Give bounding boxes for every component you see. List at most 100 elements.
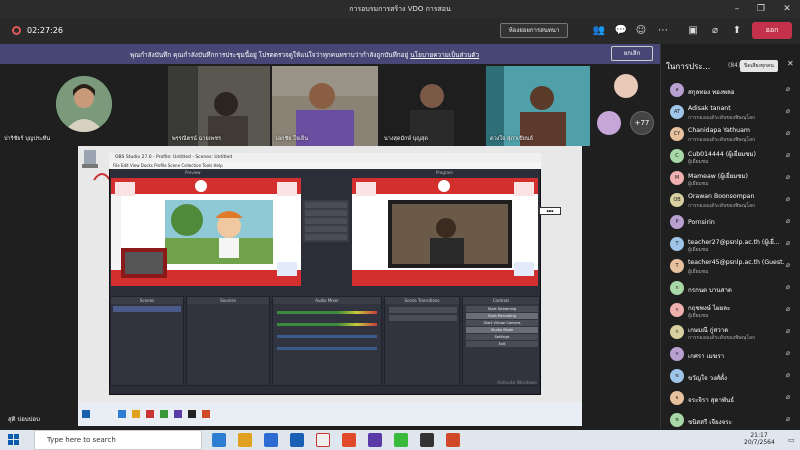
studio-mode-button[interactable]: Studio Mode	[466, 327, 538, 333]
participant-row[interactable]: AT Adisak tanant การกองอแด้ระดับของพิษณุโล…	[662, 102, 798, 124]
participant-row[interactable]: จ จระจิรา สุดาพันธ์ ⌀	[662, 388, 798, 410]
controls-dock[interactable]: Controls Start Streaming Start Recording…	[462, 296, 540, 386]
settings-button[interactable]: Settings	[466, 334, 538, 340]
participant-row[interactable]: ก กรกนต บานสาด ⌀	[662, 278, 798, 300]
scene-item[interactable]	[113, 306, 181, 312]
mic-off-icon[interactable]: ⌀	[786, 327, 790, 335]
edge-icon[interactable]	[212, 433, 226, 447]
taskbar-search-input[interactable]: Type here to search	[34, 430, 202, 450]
avatar	[56, 76, 112, 132]
more-icon[interactable]: ⋯	[656, 25, 670, 36]
obs-menu-bar[interactable]: File Edit View Docks Profile Scene Colle…	[109, 162, 541, 169]
mic-off-icon[interactable]: ⌀	[786, 371, 790, 379]
mic-off-icon[interactable]: ⌀	[786, 261, 790, 269]
participant-name: Adisak tanant	[688, 105, 731, 112]
participant-row[interactable]: C Cub014444 (ผู้เยี่ยมชม) ผู้เยี่ยมชม ⌀	[662, 146, 798, 168]
dock-title: Scenes	[111, 297, 183, 304]
participant-row[interactable]: กเกษมณี กู่สวาด การกองอแด้ระดับของพิษณุโล…	[662, 322, 798, 344]
video-tile-4[interactable]: นางสุดมักษ์ บุญสุด	[380, 66, 484, 146]
transition-button[interactable]	[305, 202, 347, 208]
preview-scene[interactable]	[111, 178, 301, 286]
participant-row[interactable]: CY Chanidapa Yathuam การกองอแด้ระดับของพิษ…	[662, 124, 798, 146]
more-participants-badge[interactable]: +77	[630, 111, 654, 135]
mic-off-icon[interactable]: ⌀	[786, 195, 790, 203]
participant-row[interactable]: P Pornsirin ⌀	[662, 212, 798, 234]
video-tile-5[interactable]: ดวงใจ สุภาเขียนย์	[486, 66, 590, 146]
virtual-camera-button[interactable]: Start Virtual Camera	[466, 320, 538, 326]
reactions-icon[interactable]: ☺	[634, 25, 648, 36]
start-streaming-button[interactable]: Start Streaming	[466, 306, 538, 312]
transition-panel[interactable]	[303, 200, 349, 242]
start-recording-button[interactable]: Start Recording	[466, 313, 538, 319]
transition-button[interactable]	[305, 226, 347, 232]
sources-dock[interactable]: Sources	[186, 296, 270, 386]
breakout-rooms-button[interactable]: ห้องย่อยการสนทนา	[500, 23, 568, 38]
participant-row[interactable]: Tteacher45@psnlp.ac.th (Guest... ผู้เยี่ย…	[662, 256, 798, 278]
transition-button[interactable]	[305, 210, 347, 216]
mic-off-icon[interactable]: ⌀	[786, 217, 790, 225]
mic-off-icon[interactable]: ⌀	[786, 415, 790, 423]
scene-transitions-dock[interactable]: Scene Transitions	[384, 296, 460, 386]
file-explorer-icon[interactable]	[238, 433, 252, 447]
camera-icon[interactable]: ▣	[686, 25, 700, 36]
participant-row[interactable]: ก เกศรา เมฆรา ⌀	[662, 344, 798, 366]
line-icon[interactable]	[394, 433, 408, 447]
share-icon[interactable]: ⬆	[730, 25, 744, 36]
notification-icon[interactable]: ▭	[788, 436, 795, 444]
people-icon[interactable]: 👥	[592, 25, 606, 36]
mic-off-icon[interactable]: ⌀	[786, 393, 790, 401]
audio-mixer-dock[interactable]: Audio Mixer	[272, 296, 382, 386]
participant-row[interactable]: ช ชนิสสรี เจียงจระ ⌀	[662, 410, 798, 432]
avatar: C	[670, 149, 684, 163]
participant-row[interactable]: OB Orawan Boonsompan การกองอแด้ระดับของพิษ…	[662, 190, 798, 212]
source-item[interactable]	[189, 318, 267, 324]
avatar-photo	[56, 76, 112, 132]
chat-icon[interactable]: 💬	[614, 25, 628, 36]
participant-name: สกุลทอง ทองพลอ	[688, 89, 735, 96]
privacy-policy-link[interactable]: นโยบายความเป็นส่วนตัว	[410, 51, 479, 59]
close-window-icon[interactable]: ✕	[776, 2, 798, 16]
mic-off-icon[interactable]: ⌀	[708, 25, 722, 36]
program-scene[interactable]	[352, 178, 538, 286]
mic-off-icon[interactable]: ⌀	[786, 305, 790, 313]
exit-button[interactable]: Exit	[466, 341, 538, 347]
close-panel-icon[interactable]: ✕	[787, 59, 794, 68]
participant-row[interactable]: ส สกุลทอง ทองพลอ ⌀	[662, 80, 798, 102]
chrome-icon[interactable]	[342, 433, 356, 447]
preview-label: Preview	[185, 170, 201, 175]
powerpoint-icon[interactable]	[446, 433, 460, 447]
mic-off-icon[interactable]: ⌀	[786, 151, 790, 159]
participant-row[interactable]: Tteacher27@psnlp.ac.th (ผู้เยี่... ผู้เยี…	[662, 234, 798, 256]
scenes-dock[interactable]: Scenes	[110, 296, 184, 386]
mute-all-button[interactable]: ปิดเสียงทุกคน	[740, 60, 778, 72]
mic-off-icon[interactable]: ⌀	[786, 239, 790, 247]
word-icon[interactable]	[290, 433, 304, 447]
participant-row[interactable]: M Mameaw (ผู้เยี่ยมชม) ผู้เยี่ยมชม ⌀	[662, 168, 798, 190]
participant-count: (84)	[728, 62, 741, 69]
participant-row[interactable]: กกฤชพงษ์ ไผยละ ผู้เยี่ยมชม ⌀	[662, 300, 798, 322]
mic-off-icon[interactable]: ⌀	[786, 129, 790, 137]
mic-off-icon[interactable]: ⌀	[786, 173, 790, 181]
mic-off-icon[interactable]: ⌀	[786, 85, 790, 93]
mic-off-icon[interactable]: ⌀	[786, 349, 790, 357]
transition-button[interactable]	[305, 234, 347, 240]
windows-start-icon[interactable]	[8, 434, 20, 446]
duration-field[interactable]	[389, 315, 457, 321]
participant-row[interactable]: ข ขวัญใจ วงศ์ตั้ง ⌀	[662, 366, 798, 388]
mic-off-icon[interactable]: ⌀	[786, 283, 790, 291]
video-tile-2[interactable]: พรรณีตรน์ ฉายเพชร	[168, 66, 270, 146]
transition-button[interactable]	[305, 218, 347, 224]
mail-icon[interactable]	[264, 433, 278, 447]
maximize-icon[interactable]: ❐	[750, 2, 772, 16]
mic-off-icon[interactable]: ⌀	[786, 107, 790, 115]
obs-studio-icon[interactable]	[420, 433, 434, 447]
minimize-icon[interactable]: –	[726, 2, 748, 16]
leave-button[interactable]: ออก	[752, 22, 792, 39]
presenter-name: สุติ ปอบปอบ	[8, 416, 40, 423]
teams-icon[interactable]	[368, 433, 382, 447]
obs-taskbar-icon[interactable]	[316, 433, 330, 447]
video-tile-3[interactable]: เอกชัย ใจเย็น	[272, 66, 378, 146]
dismiss-banner-button[interactable]: ยกเลิก	[611, 46, 653, 61]
participant-role: ผู้เยี่ยมชม	[688, 313, 709, 319]
transition-select[interactable]	[389, 307, 457, 313]
